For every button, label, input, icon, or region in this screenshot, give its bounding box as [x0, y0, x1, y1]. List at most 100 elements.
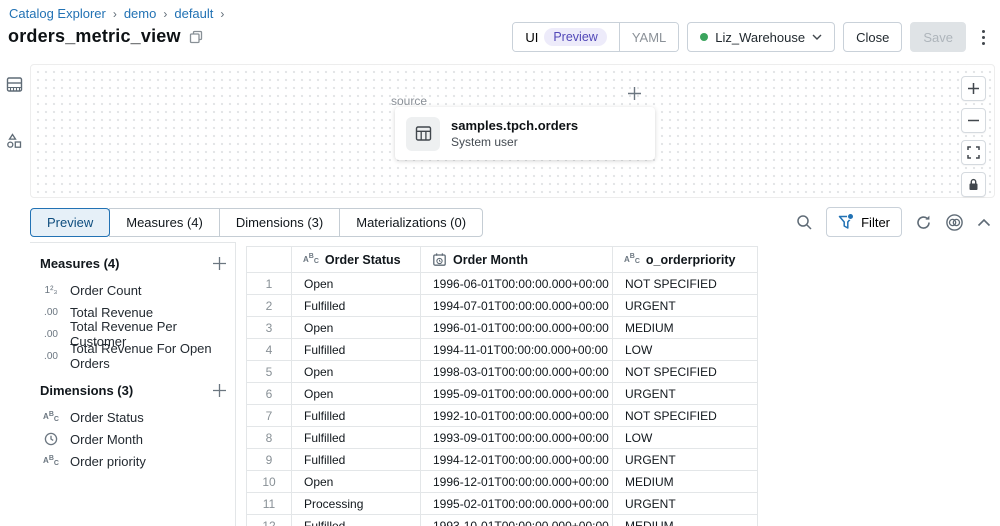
- table-header-row: A B C Order Status Order Month A B C o_orderpr…: [246, 246, 758, 273]
- tab-dimensions[interactable]: Dimensions (3): [218, 208, 341, 237]
- number-123-icon: 1²₃: [44, 284, 58, 296]
- table-row[interactable]: 7 Fulfilled 1992-10-01T00:00:00.000+00:00 N…: [246, 404, 758, 427]
- row-number-header: [246, 246, 292, 273]
- warehouse-status-dot: [700, 33, 709, 41]
- save-button[interactable]: Save: [910, 22, 966, 52]
- abc-icon: ABC: [43, 410, 59, 423]
- row-number: 7: [246, 404, 292, 427]
- source-label: source: [391, 94, 428, 108]
- filter-label: Filter: [861, 214, 890, 230]
- table-row[interactable]: 6 Open 1995-09-01T00:00:00.000+00:00 URGENT: [246, 382, 758, 405]
- source-table-node[interactable]: samples.tpch.orders System user: [395, 107, 655, 160]
- dimension-item-order-priority[interactable]: ABC Order priority: [40, 450, 227, 472]
- cell-order-status: Open: [291, 470, 421, 493]
- fit-view-button[interactable]: [961, 140, 986, 165]
- cell-order-month: 1995-09-01T00:00:00.000+00:00: [420, 382, 613, 405]
- column-label: o_orderpriority: [645, 252, 736, 267]
- dimension-label: Order priority: [70, 453, 146, 469]
- table-row[interactable]: 9 Fulfilled 1994-12-01T00:00:00.000+00:00 U…: [246, 448, 758, 471]
- row-number: 3: [246, 316, 292, 339]
- cell-order-month: 1994-11-01T00:00:00.000+00:00: [420, 338, 613, 361]
- table-row[interactable]: 10 Open 1996-12-01T00:00:00.000+00:00 MEDIU…: [246, 470, 758, 493]
- measures-section-title: Measures (4): [40, 255, 120, 271]
- decimal-icon: .00: [44, 328, 58, 340]
- zoom-out-button[interactable]: [961, 108, 986, 133]
- metric-table-designer-icon[interactable]: [6, 76, 23, 98]
- add-measure-plus-icon[interactable]: [212, 256, 227, 271]
- column-header-order-month[interactable]: Order Month: [420, 246, 613, 273]
- search-icon[interactable]: [796, 214, 813, 231]
- chevron-down-icon: [812, 34, 822, 40]
- measure-item-order-count[interactable]: 1²₃ Order Count: [40, 279, 227, 301]
- table-row[interactable]: 12 Fulfilled 1993-10-01T00:00:00.000+00:00…: [246, 514, 758, 526]
- abc-icon: ABC: [303, 253, 319, 265]
- ui-label: UI: [525, 29, 539, 45]
- breadcrumb-separator: ›: [112, 6, 117, 21]
- kebab-menu-icon[interactable]: [974, 22, 992, 52]
- row-number: 6: [246, 382, 292, 405]
- cell-order-status: Open: [291, 360, 421, 383]
- yaml-segment[interactable]: YAML: [618, 23, 679, 51]
- table-row[interactable]: 5 Open 1998-03-01T00:00:00.000+00:00 NOT SP…: [246, 360, 758, 383]
- close-button[interactable]: Close: [843, 22, 903, 52]
- cell-order-month: 1994-07-01T00:00:00.000+00:00: [420, 294, 613, 317]
- column-header-o-orderpriority[interactable]: A B C o_orderpriority: [612, 246, 758, 273]
- minus-icon: [968, 119, 979, 122]
- refresh-icon[interactable]: [915, 214, 932, 231]
- table-row[interactable]: 8 Fulfilled 1993-09-01T00:00:00.000+00:00 L…: [246, 426, 758, 449]
- tab-materializations[interactable]: Materializations (0): [339, 208, 484, 237]
- measure-item-total-revenue-open-orders[interactable]: .00 Total Revenue For Open Orders: [40, 341, 227, 371]
- breadcrumb-default[interactable]: default: [174, 6, 213, 21]
- cell-order-month: 1994-12-01T00:00:00.000+00:00: [420, 448, 613, 471]
- cell-order-status: Fulfilled: [291, 338, 421, 361]
- warehouse-selector[interactable]: Liz_Warehouse: [687, 22, 836, 52]
- lock-button[interactable]: [961, 172, 986, 197]
- cell-orderpriority: URGENT: [612, 382, 758, 405]
- canvas-controls: [961, 76, 986, 197]
- add-node-plus-icon[interactable]: [627, 86, 642, 106]
- row-number: 5: [246, 360, 292, 383]
- header-toolbar: UI Preview YAML Liz_Warehouse Close Save: [512, 22, 992, 52]
- cell-orderpriority: MEDIUM: [612, 514, 758, 526]
- add-dimension-plus-icon[interactable]: [212, 383, 227, 398]
- dimension-item-order-status[interactable]: ABC Order Status: [40, 406, 227, 428]
- overlapping-circles-icon[interactable]: [945, 213, 964, 232]
- dimension-label: Order Status: [70, 409, 144, 425]
- table-row[interactable]: 4 Fulfilled 1994-11-01T00:00:00.000+00:00 L…: [246, 338, 758, 361]
- measure-label: Total Revenue For Open Orders: [70, 341, 212, 371]
- breadcrumb: Catalog Explorer › demo › default ›: [9, 6, 224, 21]
- ui-preview-segment[interactable]: UI Preview: [513, 23, 619, 51]
- filter-button[interactable]: Filter: [826, 207, 902, 237]
- dimension-item-order-month[interactable]: Order Month: [40, 428, 227, 450]
- cell-order-status: Fulfilled: [291, 294, 421, 317]
- breadcrumb-separator: ›: [220, 6, 225, 21]
- breadcrumb-demo[interactable]: demo: [124, 6, 157, 21]
- breadcrumb-catalog-explorer[interactable]: Catalog Explorer: [9, 6, 106, 21]
- preview-toolbar: Filter: [796, 207, 991, 237]
- zoom-in-button[interactable]: [961, 76, 986, 101]
- cell-order-month: 1996-06-01T00:00:00.000+00:00: [420, 272, 613, 295]
- decimal-icon: .00: [44, 306, 58, 318]
- collapse-chevron-up-icon[interactable]: [977, 218, 991, 227]
- table-row[interactable]: 3 Open 1996-01-01T00:00:00.000+00:00 MEDIUM: [246, 316, 758, 339]
- cell-order-month: 1992-10-01T00:00:00.000+00:00: [420, 404, 613, 427]
- tab-preview[interactable]: Preview: [30, 208, 111, 237]
- column-header-order-status[interactable]: A B C Order Status: [291, 246, 421, 273]
- measure-label: Total Revenue: [70, 304, 154, 320]
- column-label: Order Month: [453, 252, 528, 267]
- copy-icon[interactable]: [189, 30, 203, 44]
- cell-order-status: Open: [291, 272, 421, 295]
- page-title: orders_metric_view: [8, 26, 181, 46]
- abc-icon: ABC: [624, 253, 640, 265]
- table-row[interactable]: 2 Fulfilled 1994-07-01T00:00:00.000+00:00 U…: [246, 294, 758, 317]
- fullscreen-icon: [967, 146, 980, 159]
- tab-measures[interactable]: Measures (4): [109, 208, 220, 237]
- source-table-owner: System user: [451, 135, 518, 149]
- cell-order-status: Fulfilled: [291, 404, 421, 427]
- shapes-icon[interactable]: [6, 132, 23, 154]
- row-number: 4: [246, 338, 292, 361]
- cell-orderpriority: LOW: [612, 338, 758, 361]
- table-row[interactable]: 11 Processing 1995-02-01T00:00:00.000+00:0…: [246, 492, 758, 515]
- source-table-name: samples.tpch.orders: [451, 118, 579, 133]
- table-row[interactable]: 1 Open 1996-06-01T00:00:00.000+00:00 NOT SP…: [246, 272, 758, 295]
